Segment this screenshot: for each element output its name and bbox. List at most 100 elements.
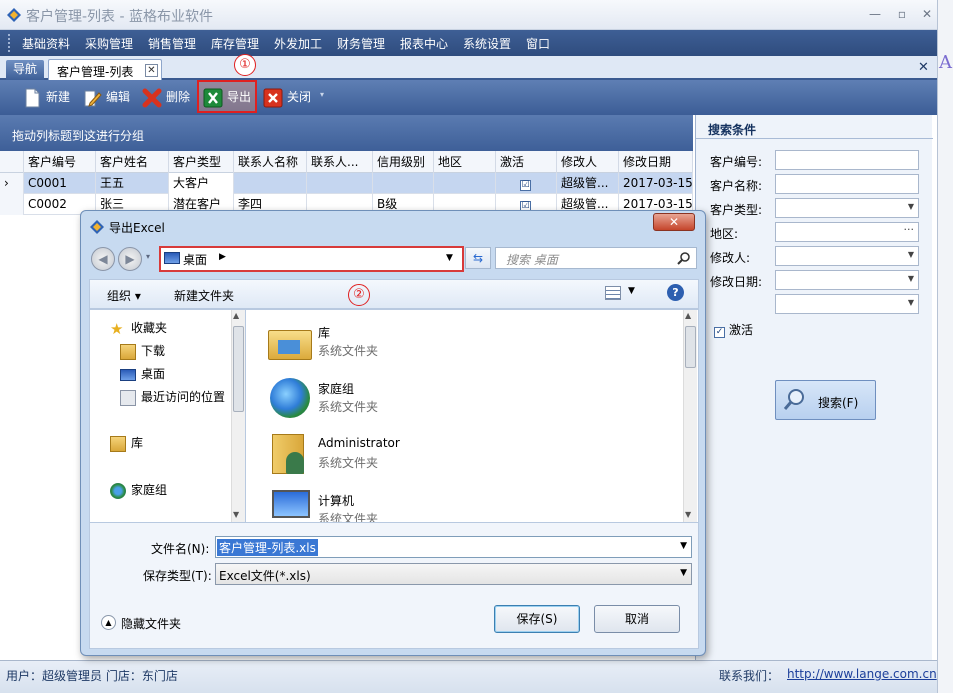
modified-date-to[interactable]: ▼	[775, 294, 919, 314]
address-dropdown-icon[interactable]: ▼	[446, 253, 453, 263]
cell[interactable]	[234, 173, 307, 194]
scroll-thumb[interactable]	[685, 326, 696, 368]
new-button[interactable]: 新建	[22, 85, 70, 109]
close-all-tabs-icon[interactable]: ✕	[918, 60, 929, 75]
column-header[interactable]: 信用级别	[373, 151, 434, 173]
ellipsis-icon[interactable]: ···	[904, 223, 915, 236]
nav-libraries[interactable]: 库	[110, 433, 143, 453]
menu-finance[interactable]: 财务管理	[337, 35, 385, 52]
filename-input[interactable]: 客户管理-列表.xls ▼	[215, 536, 692, 558]
file-item-computer[interactable]: 计算机 系统文件夹	[266, 486, 526, 522]
region-picker[interactable]: ···	[775, 222, 919, 242]
dialog-close-icon[interactable]: ✕	[653, 213, 695, 231]
cell[interactable]	[307, 173, 373, 194]
save-button[interactable]: 保存(S)	[494, 605, 580, 633]
scroll-thumb[interactable]	[233, 326, 244, 412]
close-button[interactable]: 关闭	[263, 85, 311, 109]
nav-downloads[interactable]: 下载	[120, 341, 165, 361]
active-checkbox-icon[interactable]: ✓	[714, 327, 725, 338]
scroll-down-icon[interactable]: ▼	[233, 510, 239, 519]
view-dropdown-icon[interactable]: ▼	[628, 286, 635, 296]
nav-desktop[interactable]: 桌面	[120, 364, 165, 384]
cell[interactable]: 大客户	[169, 173, 234, 194]
nav-favorites[interactable]: ★ 收藏夹	[110, 318, 167, 338]
table-row[interactable]: › C0001 王五 大客户 ☑ 超级管... 2017-03-15	[0, 173, 693, 194]
refresh-icon[interactable]: ⇆	[465, 247, 491, 269]
new-folder-button[interactable]: 新建文件夹	[174, 287, 234, 304]
modified-by-select[interactable]: ▼	[775, 246, 919, 266]
active-checkbox[interactable]: ☑	[496, 173, 557, 194]
breadcrumb-chevron-icon[interactable]: ▶	[219, 252, 226, 262]
address-bar[interactable]: 桌面 ▶ ▼	[159, 246, 464, 272]
menu-purchase[interactable]: 采购管理	[85, 35, 133, 52]
column-header[interactable]: 客户编号	[24, 151, 96, 173]
tab-close-icon[interactable]: ✕	[145, 64, 158, 77]
address-desktop[interactable]: 桌面	[183, 251, 207, 268]
customer-code-input[interactable]	[775, 150, 919, 170]
back-arrow-icon[interactable]: ◀	[91, 247, 115, 271]
nav-scrollbar[interactable]: ▲ ▼	[231, 310, 245, 522]
filetype-select[interactable]: Excel文件(*.xls) ▼	[215, 563, 692, 585]
column-header[interactable]: 客户类型	[169, 151, 234, 173]
menu-window[interactable]: 窗口	[526, 35, 550, 52]
tab-customer-list[interactable]: 客户管理-列表 ✕	[48, 59, 162, 81]
column-header[interactable]: 联系人...	[307, 151, 373, 173]
close-window-icon[interactable]: ✕	[918, 6, 936, 22]
forward-arrow-icon[interactable]: ▶	[118, 247, 142, 271]
dialog-search-icon[interactable]	[677, 251, 691, 265]
help-icon[interactable]: ?	[667, 284, 684, 301]
file-scrollbar[interactable]: ▲ ▼	[683, 310, 697, 522]
column-header[interactable]: 修改日期	[619, 151, 693, 173]
nav-homegroup[interactable]: 家庭组	[110, 480, 167, 500]
file-item-administrator[interactable]: Administrator 系统文件夹	[266, 430, 526, 482]
toolbar-overflow-icon[interactable]: ▾	[320, 90, 324, 99]
scroll-up-icon[interactable]: ▲	[685, 311, 691, 320]
cell[interactable]	[373, 173, 434, 194]
menu-sales[interactable]: 销售管理	[148, 35, 196, 52]
menu-inventory[interactable]: 库存管理	[211, 35, 259, 52]
edit-button[interactable]: 编辑	[82, 85, 130, 109]
file-item-libraries[interactable]: 库 系统文件夹	[266, 318, 526, 370]
history-dropdown-icon[interactable]: ▾	[146, 252, 150, 261]
cell[interactable]: C0001	[24, 173, 96, 194]
menu-settings[interactable]: 系统设置	[463, 35, 511, 52]
export-excel-dialog: 导出Excel ✕ ◀ ▶ ▾ 桌面 ▶ ▼ ⇆ 搜索 桌面 组织 ▾ 新建文件…	[80, 210, 706, 656]
menu-reports[interactable]: 报表中心	[400, 35, 448, 52]
user-folder-icon	[266, 430, 314, 478]
column-header[interactable]: 客户姓名	[96, 151, 169, 173]
column-header[interactable]: 激活	[496, 151, 557, 173]
modified-date-from[interactable]: ▼	[775, 270, 919, 290]
file-item-homegroup[interactable]: 家庭组 系统文件夹	[266, 374, 526, 426]
maximize-icon[interactable]: ▫	[893, 6, 911, 22]
cell[interactable]	[434, 173, 496, 194]
status-user: 用户：超级管理员 门店：东门店	[6, 669, 178, 683]
filetype-dropdown-icon[interactable]: ▼	[680, 568, 687, 578]
scroll-down-icon[interactable]: ▼	[685, 510, 691, 519]
tab-navigation[interactable]: 导航	[6, 60, 44, 80]
scroll-up-icon[interactable]: ▲	[233, 311, 239, 320]
minimize-icon[interactable]: —	[866, 6, 884, 22]
filename-dropdown-icon[interactable]: ▼	[680, 541, 687, 551]
cancel-button[interactable]: 取消	[594, 605, 680, 633]
column-header[interactable]: 联系人名称	[234, 151, 307, 173]
dialog-search-input[interactable]: 搜索 桌面	[495, 247, 697, 269]
delete-button[interactable]: 删除	[142, 85, 190, 109]
column-header[interactable]: 修改人	[557, 151, 619, 173]
menu-basic-data[interactable]: 基础资料	[22, 35, 70, 52]
cell[interactable]: 超级管...	[557, 173, 619, 194]
organize-menu[interactable]: 组织 ▾	[107, 287, 141, 304]
checkbox[interactable]: ☑	[520, 180, 531, 191]
filename-value[interactable]: 客户管理-列表.xls	[217, 539, 318, 556]
customer-type-select[interactable]: ▼	[775, 198, 919, 218]
view-options-icon[interactable]	[605, 286, 621, 300]
customer-name-input[interactable]	[775, 174, 919, 194]
nav-recent[interactable]: 最近访问的位置	[120, 387, 225, 407]
menu-outsourcing[interactable]: 外发加工	[274, 35, 322, 52]
status-website-link[interactable]: http://www.lange.com.cn	[787, 667, 937, 681]
search-button[interactable]: 搜索(F)	[775, 380, 876, 420]
active-filter[interactable]: ✓ 激活	[714, 321, 753, 338]
export-button[interactable]: 导出	[203, 85, 251, 109]
column-header[interactable]: 地区	[434, 151, 496, 173]
cell[interactable]: 2017-03-15	[619, 173, 693, 194]
cell[interactable]: 王五	[96, 173, 169, 194]
